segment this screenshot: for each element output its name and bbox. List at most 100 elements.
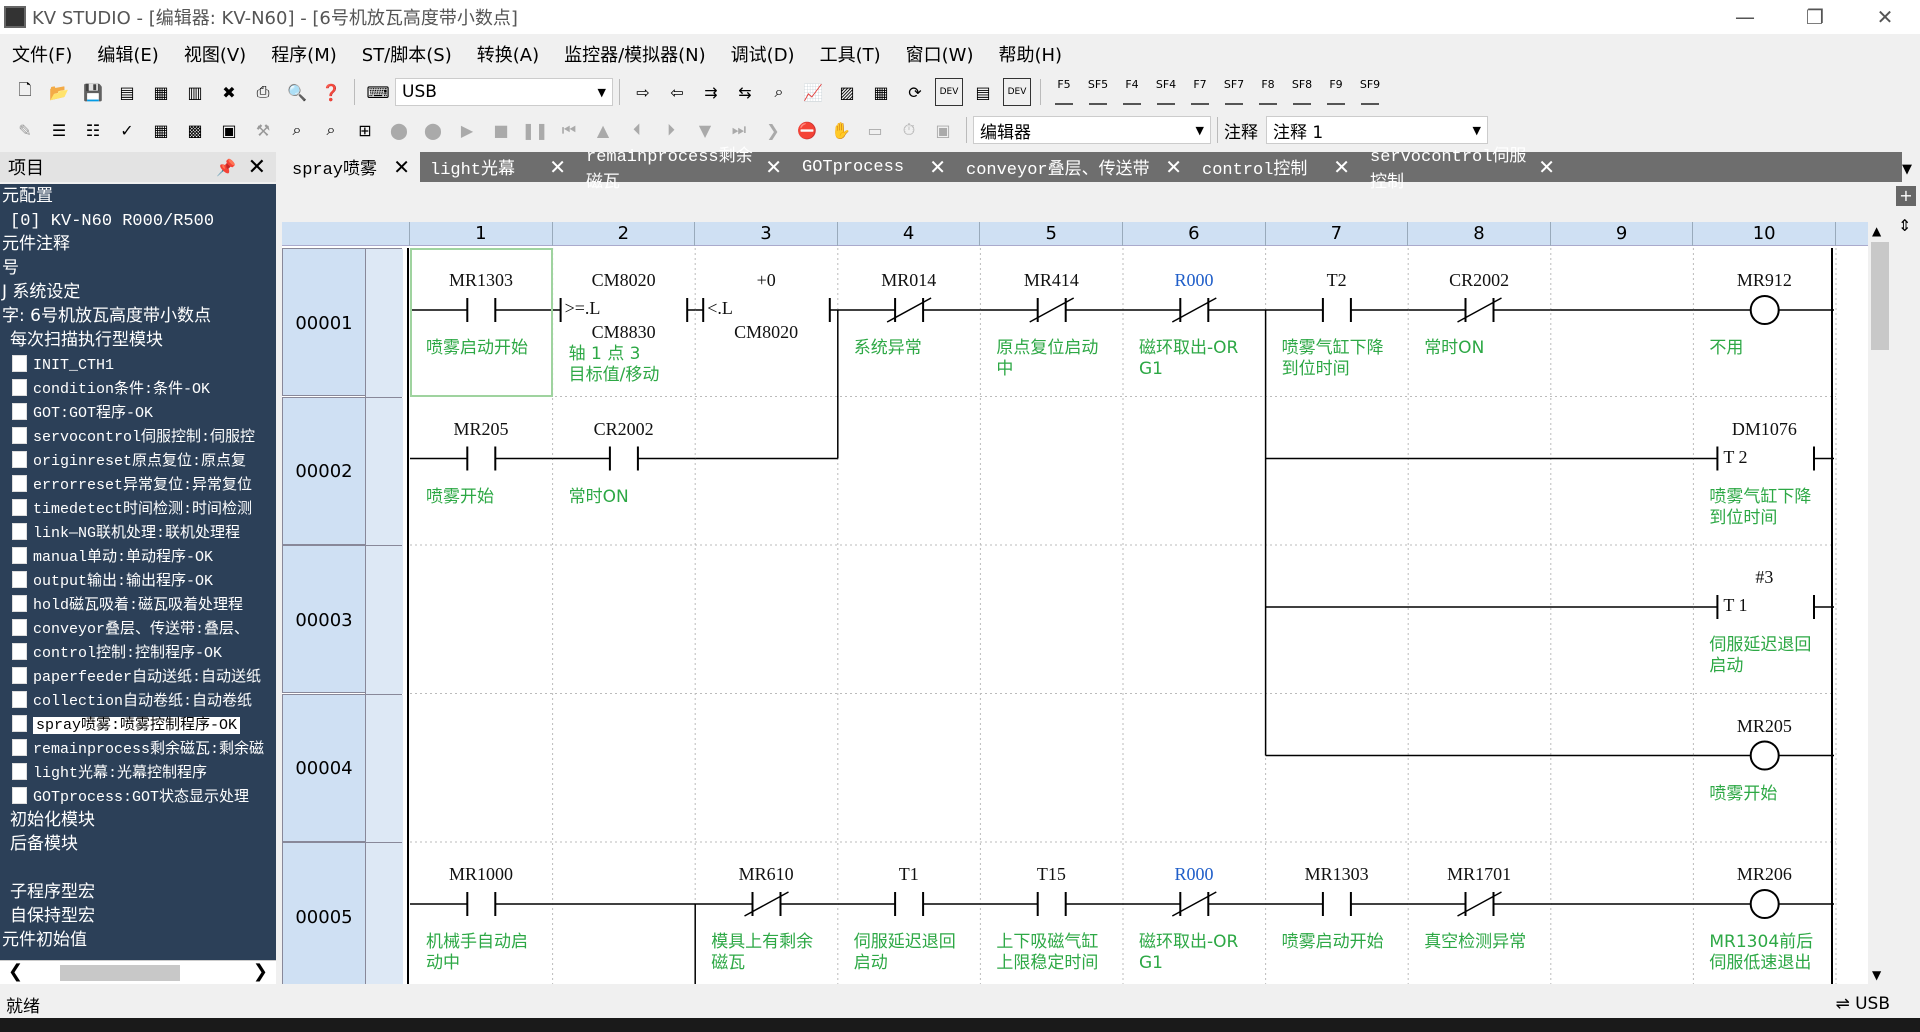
fkey-button-f5[interactable]: F5 [1049, 79, 1079, 105]
tab-1[interactable]: light光幕 ✕ [420, 152, 576, 182]
list-icon[interactable]: ☰ [45, 116, 73, 144]
pause-icon[interactable]: ❚❚ [521, 116, 549, 144]
tree-item[interactable]: timedetect时间检测:时间检测 [0, 496, 276, 520]
step-forward-icon[interactable]: ⏵ [657, 116, 685, 144]
project-hscrollbar[interactable]: ❮ ❯ [0, 960, 276, 984]
scroll-thumb[interactable] [60, 965, 180, 981]
tree-item[interactable]: 元配置 [0, 184, 276, 208]
tree-item[interactable]: conveyor叠层、传送带:叠层、 [0, 616, 276, 640]
search-device-icon[interactable]: ⌕ [283, 116, 311, 144]
menu-item-1[interactable]: 编辑(E) [97, 41, 158, 67]
transfer-monitor-icon[interactable]: ⇉ [697, 78, 725, 106]
new-file-icon[interactable]: 🗋 [11, 78, 39, 106]
rewind-icon[interactable]: ⏮ [555, 116, 583, 144]
tab-close-icon[interactable]: ✕ [929, 155, 946, 179]
tree-item[interactable]: 字: 6号机放瓦高度带小数点 [0, 304, 276, 328]
verify-icon[interactable]: ⇆ [731, 78, 759, 106]
tab-4[interactable]: conveyor叠层、传送带 ✕ [956, 152, 1192, 182]
mode-select[interactable]: 编辑器 ▼ [973, 116, 1211, 144]
tree-item[interactable]: light光幕:光幕控制程序 [0, 760, 276, 784]
tab-2[interactable]: remainprocess剩余磁瓦 ✕ [576, 148, 792, 193]
pin-icon[interactable]: 📌 [216, 158, 236, 177]
timer-icon[interactable]: ⏱ [895, 116, 923, 144]
dev-list-icon[interactable]: ▤ [969, 78, 997, 106]
save-as-icon[interactable]: ▤ [113, 78, 141, 106]
record2-icon[interactable]: ⬤ [419, 116, 447, 144]
menu-item-9[interactable]: 窗口(W) [906, 41, 974, 67]
search-device2-icon[interactable]: ⌕ [317, 116, 345, 144]
stop-icon[interactable]: ■ [487, 116, 515, 144]
connection-icon[interactable]: ⌨ [364, 78, 392, 106]
down-icon[interactable]: ▼ [691, 116, 719, 144]
tree-item[interactable]: manual单动:单动程序-OK [0, 544, 276, 568]
hand-icon[interactable]: ✋ [827, 116, 855, 144]
fkey-button-sf8[interactable]: SF8 [1287, 79, 1317, 105]
menu-item-6[interactable]: 监控器/模拟器(N) [564, 41, 706, 67]
tree-item[interactable]: link—NG联机处理:联机处理程 [0, 520, 276, 544]
save-icon[interactable]: 💾 [79, 78, 107, 106]
play-icon[interactable]: ▶ [453, 116, 481, 144]
tab-close-icon[interactable]: ✕ [1165, 155, 1182, 179]
display-icon[interactable]: ▭ [861, 116, 889, 144]
tree-item[interactable]: 元件初始值 [0, 928, 276, 952]
pen-icon[interactable]: ✎ [11, 116, 39, 144]
find-icon[interactable]: ⌕ [765, 78, 793, 106]
tree-item[interactable]: collection自动卷纸:自动卷纸 [0, 688, 276, 712]
tab-close-icon[interactable]: ✕ [393, 155, 410, 179]
tree-item[interactable]: originreset原点复位:原点复 [0, 448, 276, 472]
fkey-button-f8[interactable]: F8 [1253, 79, 1283, 105]
tree-item[interactable]: 子程序型宏 [0, 880, 276, 904]
rung-header[interactable]: 00005 [282, 842, 403, 984]
print-icon[interactable]: ⎙ [249, 78, 277, 106]
tree-item[interactable]: 每次扫描执行型模块 [0, 328, 276, 352]
dev-icon[interactable]: DEV [935, 78, 963, 106]
tree-item[interactable] [0, 856, 276, 880]
menu-item-4[interactable]: ST/脚本(S) [362, 41, 452, 67]
restore-button[interactable]: ❐ [1780, 0, 1850, 34]
tree-item[interactable]: hold磁瓦吸着:磁瓦吸着处理程 [0, 592, 276, 616]
fkey-button-f4[interactable]: F4 [1117, 79, 1147, 105]
tab-close-icon[interactable]: ✕ [765, 155, 782, 179]
tree-item[interactable]: servocontrol伺服控制:伺服控 [0, 424, 276, 448]
split-icon[interactable]: ⇕ [1898, 216, 1911, 235]
menu-item-3[interactable]: 程序(M) [271, 41, 337, 67]
selected-cell[interactable] [410, 248, 553, 397]
read-from-plc-icon[interactable]: ⇦ [663, 78, 691, 106]
comment-select[interactable]: 注释 1 ▼ [1266, 116, 1488, 144]
refresh-icon[interactable]: ⟳ [901, 78, 929, 106]
tab-5[interactable]: control控制 ✕ [1192, 152, 1360, 182]
tree-item[interactable]: 自保持型宏 [0, 904, 276, 928]
menu-item-10[interactable]: 帮助(H) [998, 41, 1062, 67]
fkey-button-sf5[interactable]: SF5 [1083, 79, 1113, 105]
scroll-down-icon[interactable]: ▼ [1872, 968, 1881, 982]
tab-close-icon[interactable]: ✕ [549, 155, 566, 179]
fkey-button-f7[interactable]: F7 [1185, 79, 1215, 105]
tree-item[interactable]: GOT:GOT程序-OK [0, 400, 276, 424]
tree-item[interactable]: 后备模块 [0, 832, 276, 856]
grid2-icon[interactable]: ▩ [181, 116, 209, 144]
connection-select[interactable]: USB ▼ [395, 78, 613, 106]
next-icon[interactable]: ❯ [759, 116, 787, 144]
tab-0[interactable]: spray喷雾 ✕ [282, 152, 420, 182]
tab-6[interactable]: servocontrol伺服控制 ✕ [1360, 148, 1565, 193]
scroll-right-icon[interactable]: ❯ [253, 961, 268, 982]
register-icon[interactable]: ▣ [215, 116, 243, 144]
tree-item[interactable]: output输出:输出程序-OK [0, 568, 276, 592]
step-back-icon[interactable]: ⏴ [623, 116, 651, 144]
tree-item[interactable]: condition条件:条件-OK [0, 376, 276, 400]
tool-icon[interactable]: ⚒ [249, 116, 277, 144]
list-bullet-icon[interactable]: ☷ [79, 116, 107, 144]
tab-close-icon[interactable]: ✕ [1538, 155, 1555, 179]
close-button[interactable]: ✕ [1850, 0, 1920, 34]
monitor-icon[interactable]: ⊞ [351, 116, 379, 144]
close-icon[interactable]: ✕ [248, 155, 266, 180]
help-icon[interactable]: ❓ [317, 78, 345, 106]
delete-icon[interactable]: ✖ [215, 78, 243, 106]
tree-item[interactable]: 号 [0, 256, 276, 280]
tree-item[interactable]: spray喷雾:喷雾控制程序-OK [0, 712, 276, 736]
module-icon[interactable]: ▥ [181, 78, 209, 106]
tree-item[interactable]: 初始化模块 [0, 808, 276, 832]
device-icon[interactable]: ▨ [833, 78, 861, 106]
fkey-button-sf9[interactable]: SF9 [1355, 79, 1385, 105]
tab-list-icon[interactable]: ▼ [1902, 162, 1912, 177]
